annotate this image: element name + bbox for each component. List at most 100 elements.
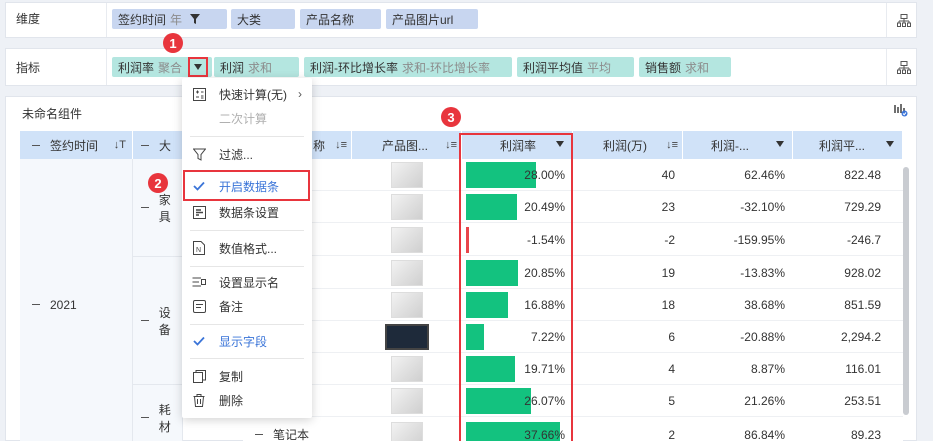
product-image-cell <box>352 224 462 256</box>
divider <box>106 49 107 85</box>
column-header-product-image[interactable]: 产品图... ↓≡ <box>352 131 462 159</box>
step-badge-1: 1 <box>163 33 183 53</box>
dropdown-arrow-icon[interactable] <box>886 141 894 147</box>
menu-item-display-name[interactable]: 设置显示名 <box>182 270 312 294</box>
product-image-cell <box>352 289 462 321</box>
column-header-category[interactable]: 大 <box>133 131 183 159</box>
filter-icon[interactable] <box>190 14 201 24</box>
product-image-cell <box>352 419 462 441</box>
menu-item-label: 设置显示名 <box>219 275 280 290</box>
profit-growth-cell: 62.46% <box>683 159 793 191</box>
product-image-cell <box>352 353 462 385</box>
field-name: 大类 <box>237 12 262 27</box>
collapse-icon[interactable] <box>141 207 149 208</box>
category-row-header-equipment[interactable]: 设备 <box>133 257 183 385</box>
quick-calc-icon <box>192 87 206 101</box>
indicator-field-sales[interactable]: 销售额 求和 <box>639 57 731 77</box>
dimension-field-product-image-url[interactable]: 产品图片url <box>386 9 478 29</box>
menu-item-filter[interactable]: 过滤... <box>182 142 312 166</box>
menu-item-copy[interactable]: 复制 <box>182 364 312 388</box>
profit-growth-cell: -159.95% <box>683 224 793 256</box>
indicator-field-profit-avg[interactable]: 利润平均值 平均 <box>517 57 634 77</box>
column-header-sign-time[interactable]: 签约时间 ↓T <box>20 131 133 159</box>
divider <box>886 3 887 37</box>
field-name: 签约时间 <box>118 12 167 27</box>
column-label: 签约时间 <box>50 138 99 153</box>
field-dropdown-button[interactable] <box>188 57 208 77</box>
sort-icon[interactable]: ↓≡ <box>445 139 457 151</box>
menu-item-label: 备注 <box>219 299 244 314</box>
menu-item-quick-calc[interactable]: 快速计算(无) › <box>182 82 312 106</box>
vertical-scrollbar[interactable] <box>903 167 909 415</box>
indicator-label: 指标 <box>16 61 41 75</box>
collapse-icon[interactable] <box>141 144 149 146</box>
indicator-field-profit-growth[interactable]: 利润-环比增长率 求和-环比增长率 <box>304 57 512 77</box>
menu-divider <box>190 358 304 359</box>
highlight-box-enable-databar <box>183 170 310 201</box>
product-thumbnail <box>391 387 423 414</box>
product-image-cell <box>352 321 462 353</box>
profit-avg-cell: 851.59 <box>793 289 903 321</box>
collapse-icon[interactable] <box>141 417 149 418</box>
profit-cell: 23 <box>573 191 683 223</box>
product-image-cell <box>352 191 462 223</box>
column-label: 大 <box>159 138 172 153</box>
sort-icon[interactable]: ↓≡ <box>335 139 347 151</box>
product-thumbnail <box>391 226 423 253</box>
category-row-header-consumables[interactable]: 耗材 <box>133 385 183 441</box>
profit-cell: 19 <box>573 257 683 289</box>
collapse-icon[interactable] <box>141 320 149 321</box>
dimension-bar: 维度 签约时间 年 大类 产品名称 产品图片url <box>5 2 917 38</box>
collapse-icon[interactable] <box>255 434 263 435</box>
field-sub: 求和 <box>685 60 710 75</box>
product-thumbnail <box>391 161 423 188</box>
product-image-cell <box>352 385 462 417</box>
field-name: 产品图片url <box>392 12 454 27</box>
dropdown-arrow-icon[interactable] <box>776 141 784 147</box>
menu-item-label: 显示字段 <box>219 334 268 349</box>
column-label: 称 <box>313 138 326 153</box>
sort-icon[interactable]: ↓T <box>114 139 126 151</box>
profit-cell: -2 <box>573 224 683 256</box>
year-row-header[interactable]: 2021 <box>20 159 133 441</box>
year-label: 2021 <box>50 297 77 312</box>
menu-divider <box>190 324 304 325</box>
category-label: 设备 <box>158 305 171 337</box>
indicator-bar: 指标 利润率 聚合 利润 求和 利润-环比增长率 求和-环比增长率 利润平均值 … <box>5 48 917 86</box>
indicator-field-profit[interactable]: 利润 求和 <box>214 57 299 77</box>
profit-growth-cell: -20.88% <box>683 321 793 353</box>
display-name-icon <box>192 275 206 289</box>
dimension-field-product-name[interactable]: 产品名称 <box>300 9 381 29</box>
profit-growth-cell: -13.83% <box>683 257 793 289</box>
product-row-header[interactable]: 笔记本 <box>243 419 352 441</box>
collapse-icon[interactable] <box>32 144 40 146</box>
dimension-tool-button[interactable] <box>892 3 916 37</box>
widget-settings-button[interactable] <box>894 103 908 120</box>
dimension-label: 维度 <box>16 12 41 26</box>
column-header-profit-avg[interactable]: 利润平... <box>793 131 903 159</box>
menu-item-note[interactable]: 备注 <box>182 294 312 318</box>
category-label: 家具 <box>158 192 171 224</box>
dimension-field-sign-time[interactable]: 签约时间 年 <box>112 9 227 29</box>
column-label: 产品图... <box>382 138 429 153</box>
menu-item-databar-settings[interactable]: 数据条设置 <box>182 200 312 224</box>
dimension-field-category[interactable]: 大类 <box>231 9 295 29</box>
column-header-profit[interactable]: 利润(万) ↓≡ <box>573 131 683 159</box>
hierarchy-icon <box>897 60 911 74</box>
menu-divider <box>190 136 304 137</box>
collapse-icon[interactable] <box>32 304 40 305</box>
indicator-tool-button[interactable] <box>892 49 916 85</box>
step-badge-3: 3 <box>441 107 461 127</box>
column-header-profit-growth[interactable]: 利润-... <box>683 131 793 159</box>
profit-cell: 2 <box>573 419 683 441</box>
field-sub: 求和-环比增长率 <box>402 60 490 75</box>
menu-item-number-format[interactable]: N 数值格式... <box>182 236 312 260</box>
menu-item-show-field[interactable]: 显示字段 <box>182 329 312 353</box>
copy-icon <box>192 369 206 383</box>
field-name: 利润平均值 <box>523 60 584 75</box>
menu-item-label: 数据条设置 <box>219 205 280 220</box>
chart-settings-icon <box>894 104 908 117</box>
menu-item-delete[interactable]: 删除 <box>182 388 312 412</box>
sort-icon[interactable]: ↓≡ <box>666 139 678 151</box>
product-thumbnail <box>391 421 423 441</box>
